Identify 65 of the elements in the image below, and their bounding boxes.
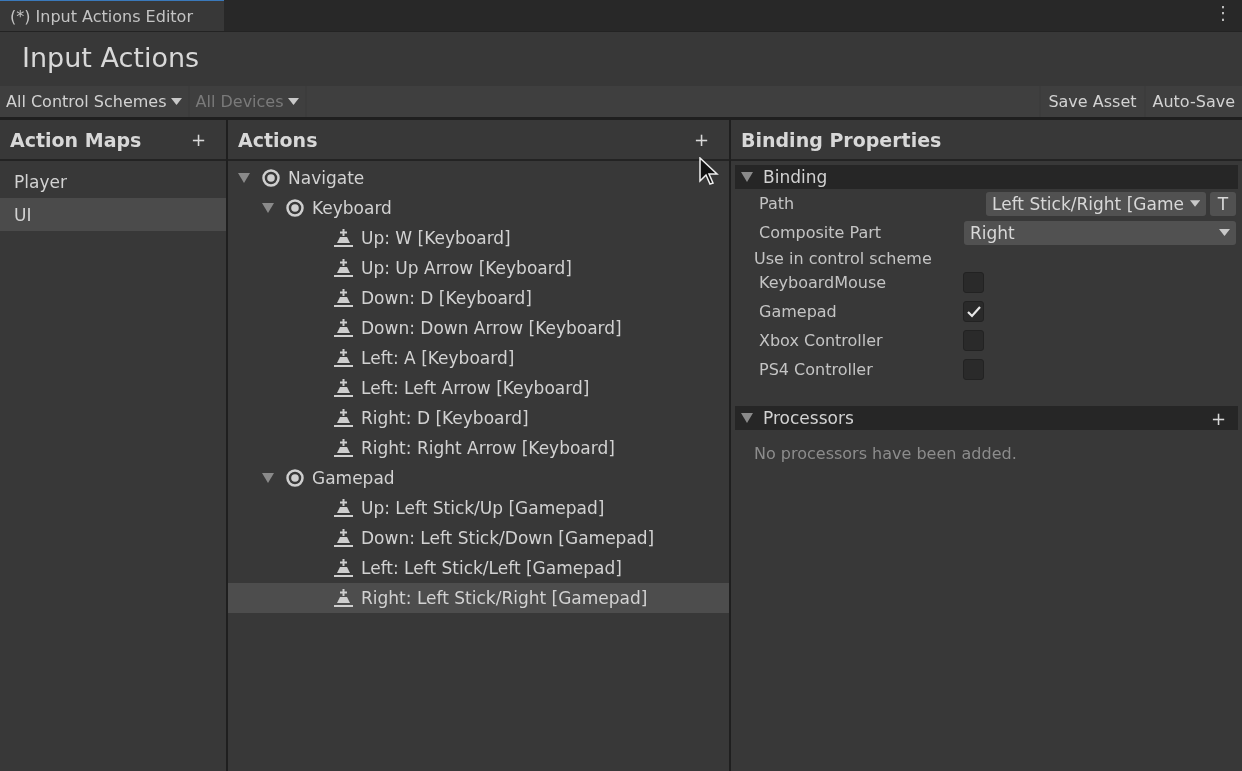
joystick-icon (334, 589, 353, 607)
joystick-icon (334, 439, 353, 457)
joystick-icon (334, 229, 353, 247)
target-icon (262, 169, 280, 187)
tree-row[interactable]: Up: Up Arrow [Keyboard] (228, 253, 729, 283)
tree-row[interactable]: Up: Left Stick/Up [Gamepad] (228, 493, 729, 523)
tree-row[interactable]: Left: A [Keyboard] (228, 343, 729, 373)
action-map-item[interactable]: Player (0, 165, 226, 198)
foldout-triangle-icon[interactable] (238, 173, 250, 183)
tree-row[interactable]: Down: Down Arrow [Keyboard] (228, 313, 729, 343)
add-button[interactable]: + (186, 129, 210, 150)
foldout-triangle-icon[interactable] (262, 473, 274, 483)
caret-icon (1219, 229, 1230, 236)
panel-title: Actions (238, 128, 318, 151)
joystick-icon (334, 559, 353, 577)
text-mode-button[interactable]: T (1210, 191, 1236, 216)
binding-foldout[interactable]: Binding (735, 165, 1238, 189)
field-label: Composite Part (759, 223, 882, 242)
caret-icon (1189, 200, 1200, 207)
caret-icon (170, 98, 182, 105)
checkbox-label: KeyboardMouse (759, 273, 888, 292)
foldout-triangle-icon[interactable] (741, 172, 753, 182)
mouse-cursor-icon (699, 157, 719, 185)
add-button[interactable]: + (1206, 407, 1230, 429)
foldout-triangle-icon[interactable] (741, 413, 753, 423)
joystick-icon (334, 409, 353, 427)
checkbox[interactable] (963, 301, 984, 322)
panel-title: Action Maps (10, 128, 142, 151)
composite-part-dropdown[interactable]: Right (964, 220, 1236, 245)
tree-row[interactable]: Right: D [Keyboard] (228, 403, 729, 433)
target-icon (286, 469, 304, 487)
joystick-icon (334, 259, 353, 277)
window-tab[interactable]: (*) Input Actions Editor (0, 0, 224, 31)
tree-row[interactable]: Left: Left Stick/Left [Gamepad] (228, 553, 729, 583)
checkbox-label: PS4 Controller (759, 360, 874, 379)
checkbox-label: Xbox Controller (759, 331, 884, 350)
joystick-icon (334, 289, 353, 307)
joystick-icon (334, 499, 353, 517)
joystick-icon (334, 349, 353, 367)
joystick-icon (334, 379, 353, 397)
action-map-item[interactable]: UI (0, 198, 226, 231)
joystick-icon (334, 319, 353, 337)
tree-row[interactable]: Up: W [Keyboard] (228, 223, 729, 253)
field-label: Path (759, 194, 795, 213)
joystick-icon (334, 529, 353, 547)
add-button[interactable]: + (689, 129, 713, 150)
checkbox-label: Gamepad (759, 302, 838, 321)
tree-row[interactable]: Right: Right Arrow [Keyboard] (228, 433, 729, 463)
tree-row[interactable]: Down: Left Stick/Down [Gamepad] (228, 523, 729, 553)
tree-row[interactable]: Keyboard (228, 193, 729, 223)
path-dropdown[interactable]: Left Stick/Right [Game (986, 191, 1206, 216)
tree-row[interactable]: Gamepad (228, 463, 729, 493)
tree-row[interactable]: Down: D [Keyboard] (228, 283, 729, 313)
panel-title: Binding Properties (741, 128, 942, 151)
caret-icon (287, 98, 299, 105)
tree-row[interactable]: Right: Left Stick/Right [Gamepad] (228, 583, 729, 613)
target-icon (286, 199, 304, 217)
foldout-triangle-icon[interactable] (262, 203, 274, 213)
processors-foldout[interactable]: Processors + (735, 406, 1238, 430)
editor-title: Input Actions (21, 41, 201, 75)
empty-message: No processors have been added. (753, 443, 1018, 463)
tree-row[interactable]: Left: Left Arrow [Keyboard] (228, 373, 729, 403)
tree-row[interactable]: Navigate (228, 163, 729, 193)
more-menu-button[interactable]: ⋮ (1204, 2, 1242, 29)
section-label: Use in control scheme (753, 248, 933, 268)
